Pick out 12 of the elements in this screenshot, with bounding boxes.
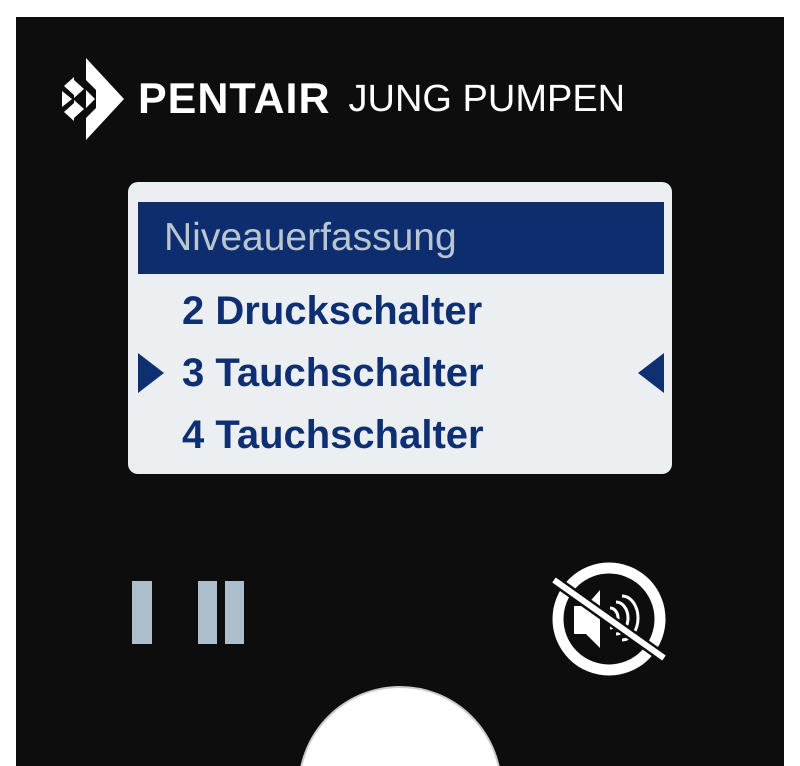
menu-item[interactable]: 3 Tauchschalter: [138, 342, 664, 404]
brand-name: PENTAIR: [138, 74, 331, 124]
mute-icon[interactable]: [550, 560, 668, 678]
menu-item[interactable]: 4 Tauchschalter: [138, 404, 664, 466]
menu-item[interactable]: 2 Druckschalter: [138, 280, 664, 342]
right-pointer-icon: [138, 353, 164, 393]
brand-subtitle: JUNG PUMPEN: [348, 78, 626, 120]
menu-title: Niveauerfassung: [138, 202, 664, 274]
pump-one-indicator-icon: [132, 581, 152, 644]
pump-two-indicator-icon: [198, 581, 244, 644]
left-pointer-icon: [638, 353, 664, 393]
logo-icon: [62, 58, 124, 140]
